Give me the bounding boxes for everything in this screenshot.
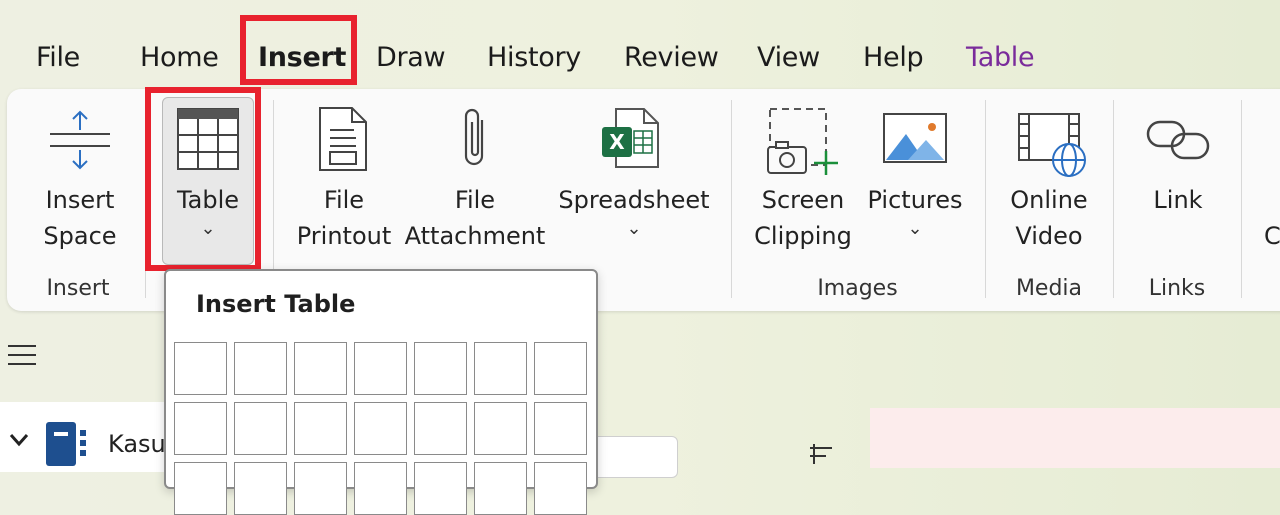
- file-printout-label-2: Printout: [296, 222, 392, 250]
- insert-space-label-1: Insert: [45, 186, 115, 214]
- screen-clipping-button[interactable]: Screen Clipping: [746, 182, 860, 254]
- table-grid-cell[interactable]: [414, 402, 467, 455]
- insert-table-title: Insert Table: [196, 290, 356, 318]
- table-grid-cell[interactable]: [234, 402, 287, 455]
- excel-icon: X: [600, 107, 660, 173]
- menu-file[interactable]: File: [36, 40, 80, 76]
- table-grid-cell[interactable]: [354, 342, 407, 395]
- notebook-navigation: Kasu: [0, 402, 175, 472]
- online-video-button[interactable]: Online Video: [996, 182, 1102, 254]
- group-label-media: Media: [1015, 276, 1083, 301]
- menu-table[interactable]: Table: [966, 40, 1035, 76]
- table-grid-cell[interactable]: [534, 402, 587, 455]
- table-grid-cell[interactable]: [294, 462, 347, 515]
- table-grid-cell[interactable]: [174, 342, 227, 395]
- notebook-icon: [44, 420, 88, 470]
- ribbon-separator: [1113, 100, 1114, 298]
- table-grid-cell[interactable]: [474, 402, 527, 455]
- online-video-icon: [1017, 112, 1087, 182]
- link-button[interactable]: Link: [1130, 182, 1226, 218]
- menu-help[interactable]: Help: [863, 40, 924, 76]
- screen-clipping-label-1: Screen: [761, 186, 845, 214]
- ribbon-overflow-label[interactable]: C: [1264, 218, 1280, 254]
- table-grid-cell[interactable]: [534, 342, 587, 395]
- group-label-links: Links: [1148, 276, 1206, 301]
- notebook-name[interactable]: Kasu: [108, 430, 166, 458]
- screen-clipping-icon: [766, 107, 842, 181]
- table-grid-cell[interactable]: [294, 342, 347, 395]
- file-attachment-label-1: File: [454, 186, 496, 214]
- file-attachment-label-2: Attachment: [404, 222, 546, 250]
- menu-review[interactable]: Review: [624, 40, 719, 76]
- insert-space-label-2: Space: [43, 222, 117, 250]
- menu-view[interactable]: View: [757, 40, 820, 76]
- insert-space-button[interactable]: Insert Space: [30, 182, 130, 254]
- spreadsheet-button[interactable]: Spreadsheet ⌄: [556, 182, 712, 240]
- online-video-label-2: Video: [1015, 222, 1083, 250]
- pictures-icon: [882, 112, 948, 168]
- link-label: Link: [1153, 186, 1203, 214]
- insert-space-icon: [48, 108, 112, 176]
- spreadsheet-label: Spreadsheet: [558, 186, 710, 214]
- table-grid-cell[interactable]: [294, 402, 347, 455]
- online-video-label-1: Online: [1010, 186, 1088, 214]
- table-grid-cell[interactable]: [414, 342, 467, 395]
- insert-table-dropdown: Insert Table: [164, 269, 598, 515]
- paperclip-icon: [458, 106, 492, 176]
- hamburger-menu-icon[interactable]: [8, 343, 36, 371]
- pictures-label: Pictures: [867, 186, 963, 214]
- file-printout-button[interactable]: File Printout: [292, 182, 396, 254]
- group-label-insert: Insert: [46, 276, 110, 301]
- file-printout-icon: [318, 106, 370, 176]
- table-grid-cell[interactable]: [534, 462, 587, 515]
- table-grid-cell[interactable]: [234, 462, 287, 515]
- sort-icon[interactable]: [808, 444, 836, 468]
- expand-chevron-icon[interactable]: [8, 432, 30, 452]
- pictures-button[interactable]: Pictures ⌄: [862, 182, 968, 240]
- file-attachment-button[interactable]: File Attachment: [404, 182, 546, 254]
- screen-clipping-label-2: Clipping: [754, 222, 852, 250]
- table-grid-cell[interactable]: [174, 402, 227, 455]
- menu-history[interactable]: History: [487, 40, 581, 76]
- pictures-chevron-down-icon[interactable]: ⌄: [862, 218, 968, 240]
- file-printout-label-1: File: [323, 186, 365, 214]
- table-button-highlight: [145, 87, 261, 271]
- table-grid-cell[interactable]: [354, 402, 407, 455]
- ribbon-separator: [1241, 100, 1242, 298]
- menu-home[interactable]: Home: [140, 40, 219, 76]
- ribbon-separator: [985, 100, 986, 298]
- spreadsheet-chevron-down-icon[interactable]: ⌄: [556, 218, 712, 240]
- table-grid-cell[interactable]: [414, 462, 467, 515]
- table-grid-cell[interactable]: [234, 342, 287, 395]
- group-label-images: Images: [817, 276, 898, 301]
- insert-tab-highlight: [240, 15, 357, 85]
- table-grid-cell[interactable]: [474, 462, 527, 515]
- table-grid-cell[interactable]: [354, 462, 407, 515]
- page-search-box[interactable]: [590, 436, 678, 478]
- table-grid-cell[interactable]: [474, 342, 527, 395]
- table-grid-cell[interactable]: [174, 462, 227, 515]
- page-canvas[interactable]: [870, 408, 1280, 468]
- link-icon: [1144, 112, 1212, 172]
- svg-text:X: X: [609, 130, 625, 154]
- ribbon-separator: [731, 100, 732, 298]
- menu-draw[interactable]: Draw: [376, 40, 446, 76]
